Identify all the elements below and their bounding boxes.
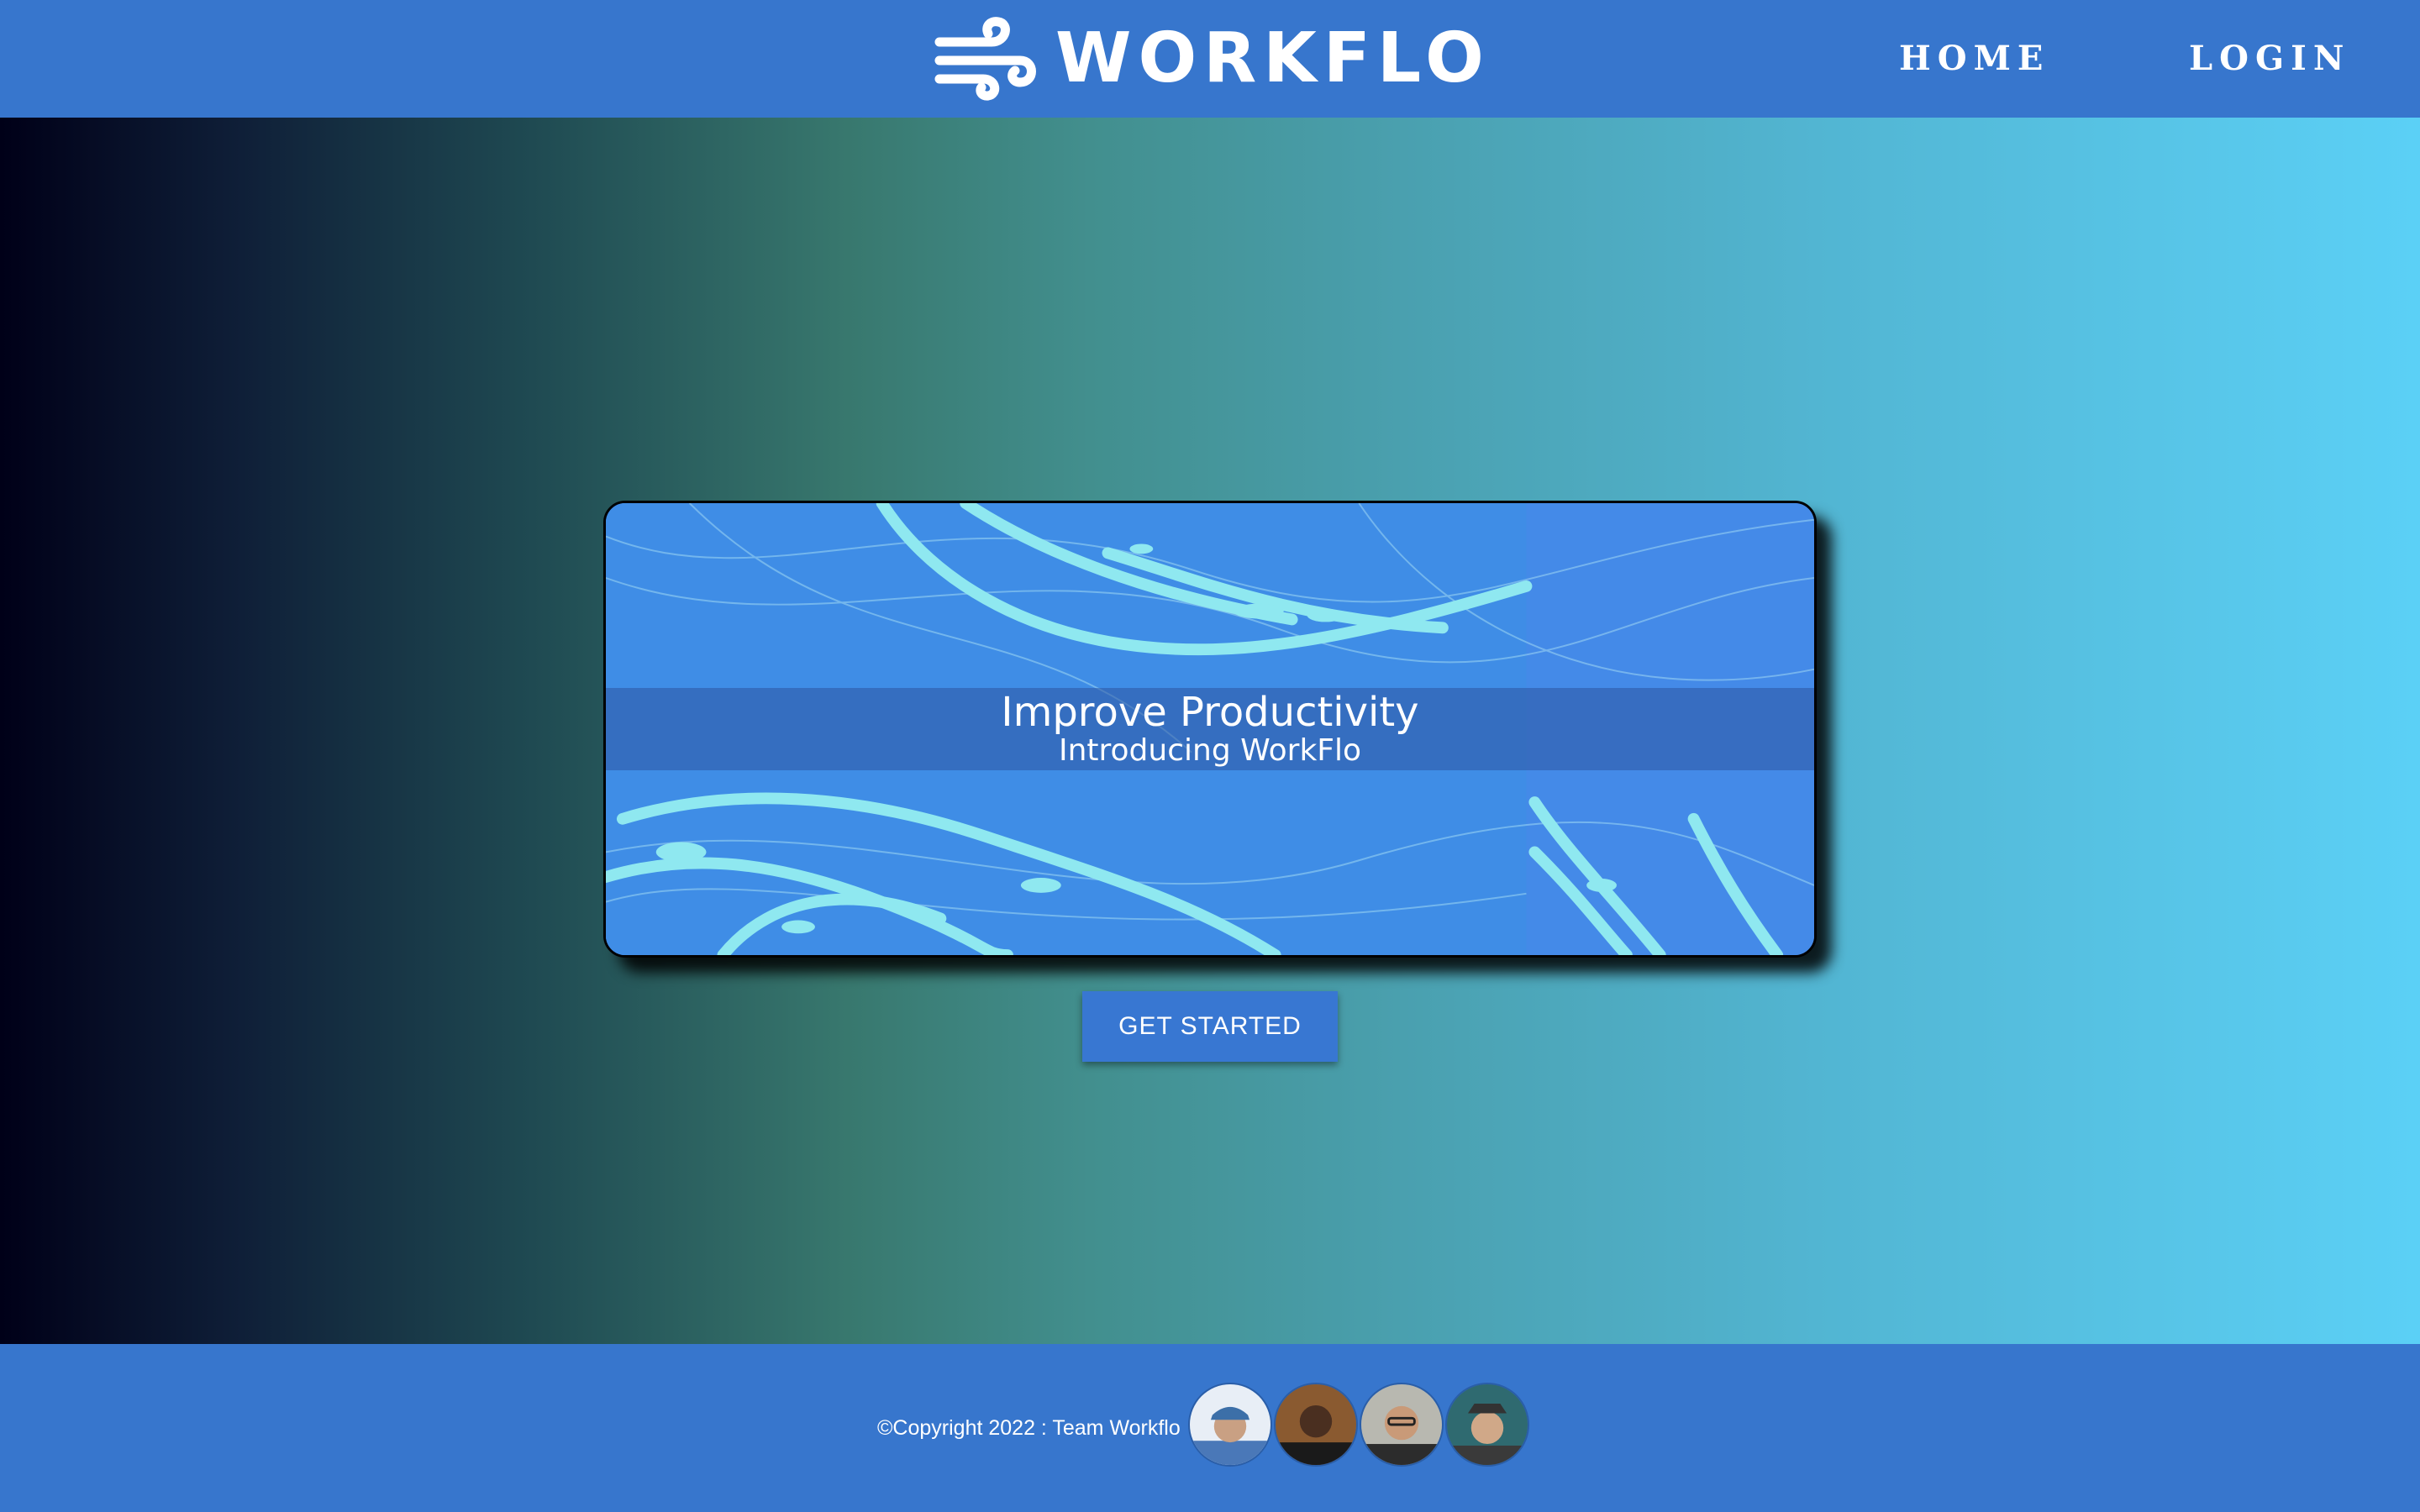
team-avatar-2[interactable] xyxy=(1274,1383,1358,1467)
copyright-text: ©Copyright 2022 : Team Workflo xyxy=(877,1416,1181,1440)
banner-title: Improve Productivity xyxy=(1001,689,1419,736)
top-nav-bar: WORKFLO HOME LOGIN xyxy=(0,0,2420,118)
team-avatar-3[interactable] xyxy=(1360,1383,1444,1467)
get-started-button[interactable]: GET STARTED xyxy=(1082,991,1338,1062)
team-avatar-4[interactable] xyxy=(1445,1383,1529,1467)
person-photo-icon xyxy=(1190,1384,1270,1465)
team-avatar-1[interactable] xyxy=(1188,1383,1272,1467)
nav-home-link[interactable]: HOME xyxy=(1899,37,2049,81)
person-photo-icon xyxy=(1361,1384,1442,1465)
person-photo-icon xyxy=(1447,1384,1528,1465)
brand-name: WORKFLO xyxy=(1055,18,1491,98)
hero-banner: Improve Productivity Introducing WorkFlo xyxy=(603,501,1817,958)
person-photo-icon xyxy=(1276,1384,1356,1465)
wind-icon xyxy=(934,17,1036,101)
nav-login-link[interactable]: LOGIN xyxy=(2189,37,2350,81)
brand-logo[interactable]: WORKFLO xyxy=(933,13,1491,104)
banner-subtitle: Introducing WorkFlo xyxy=(1058,733,1362,768)
